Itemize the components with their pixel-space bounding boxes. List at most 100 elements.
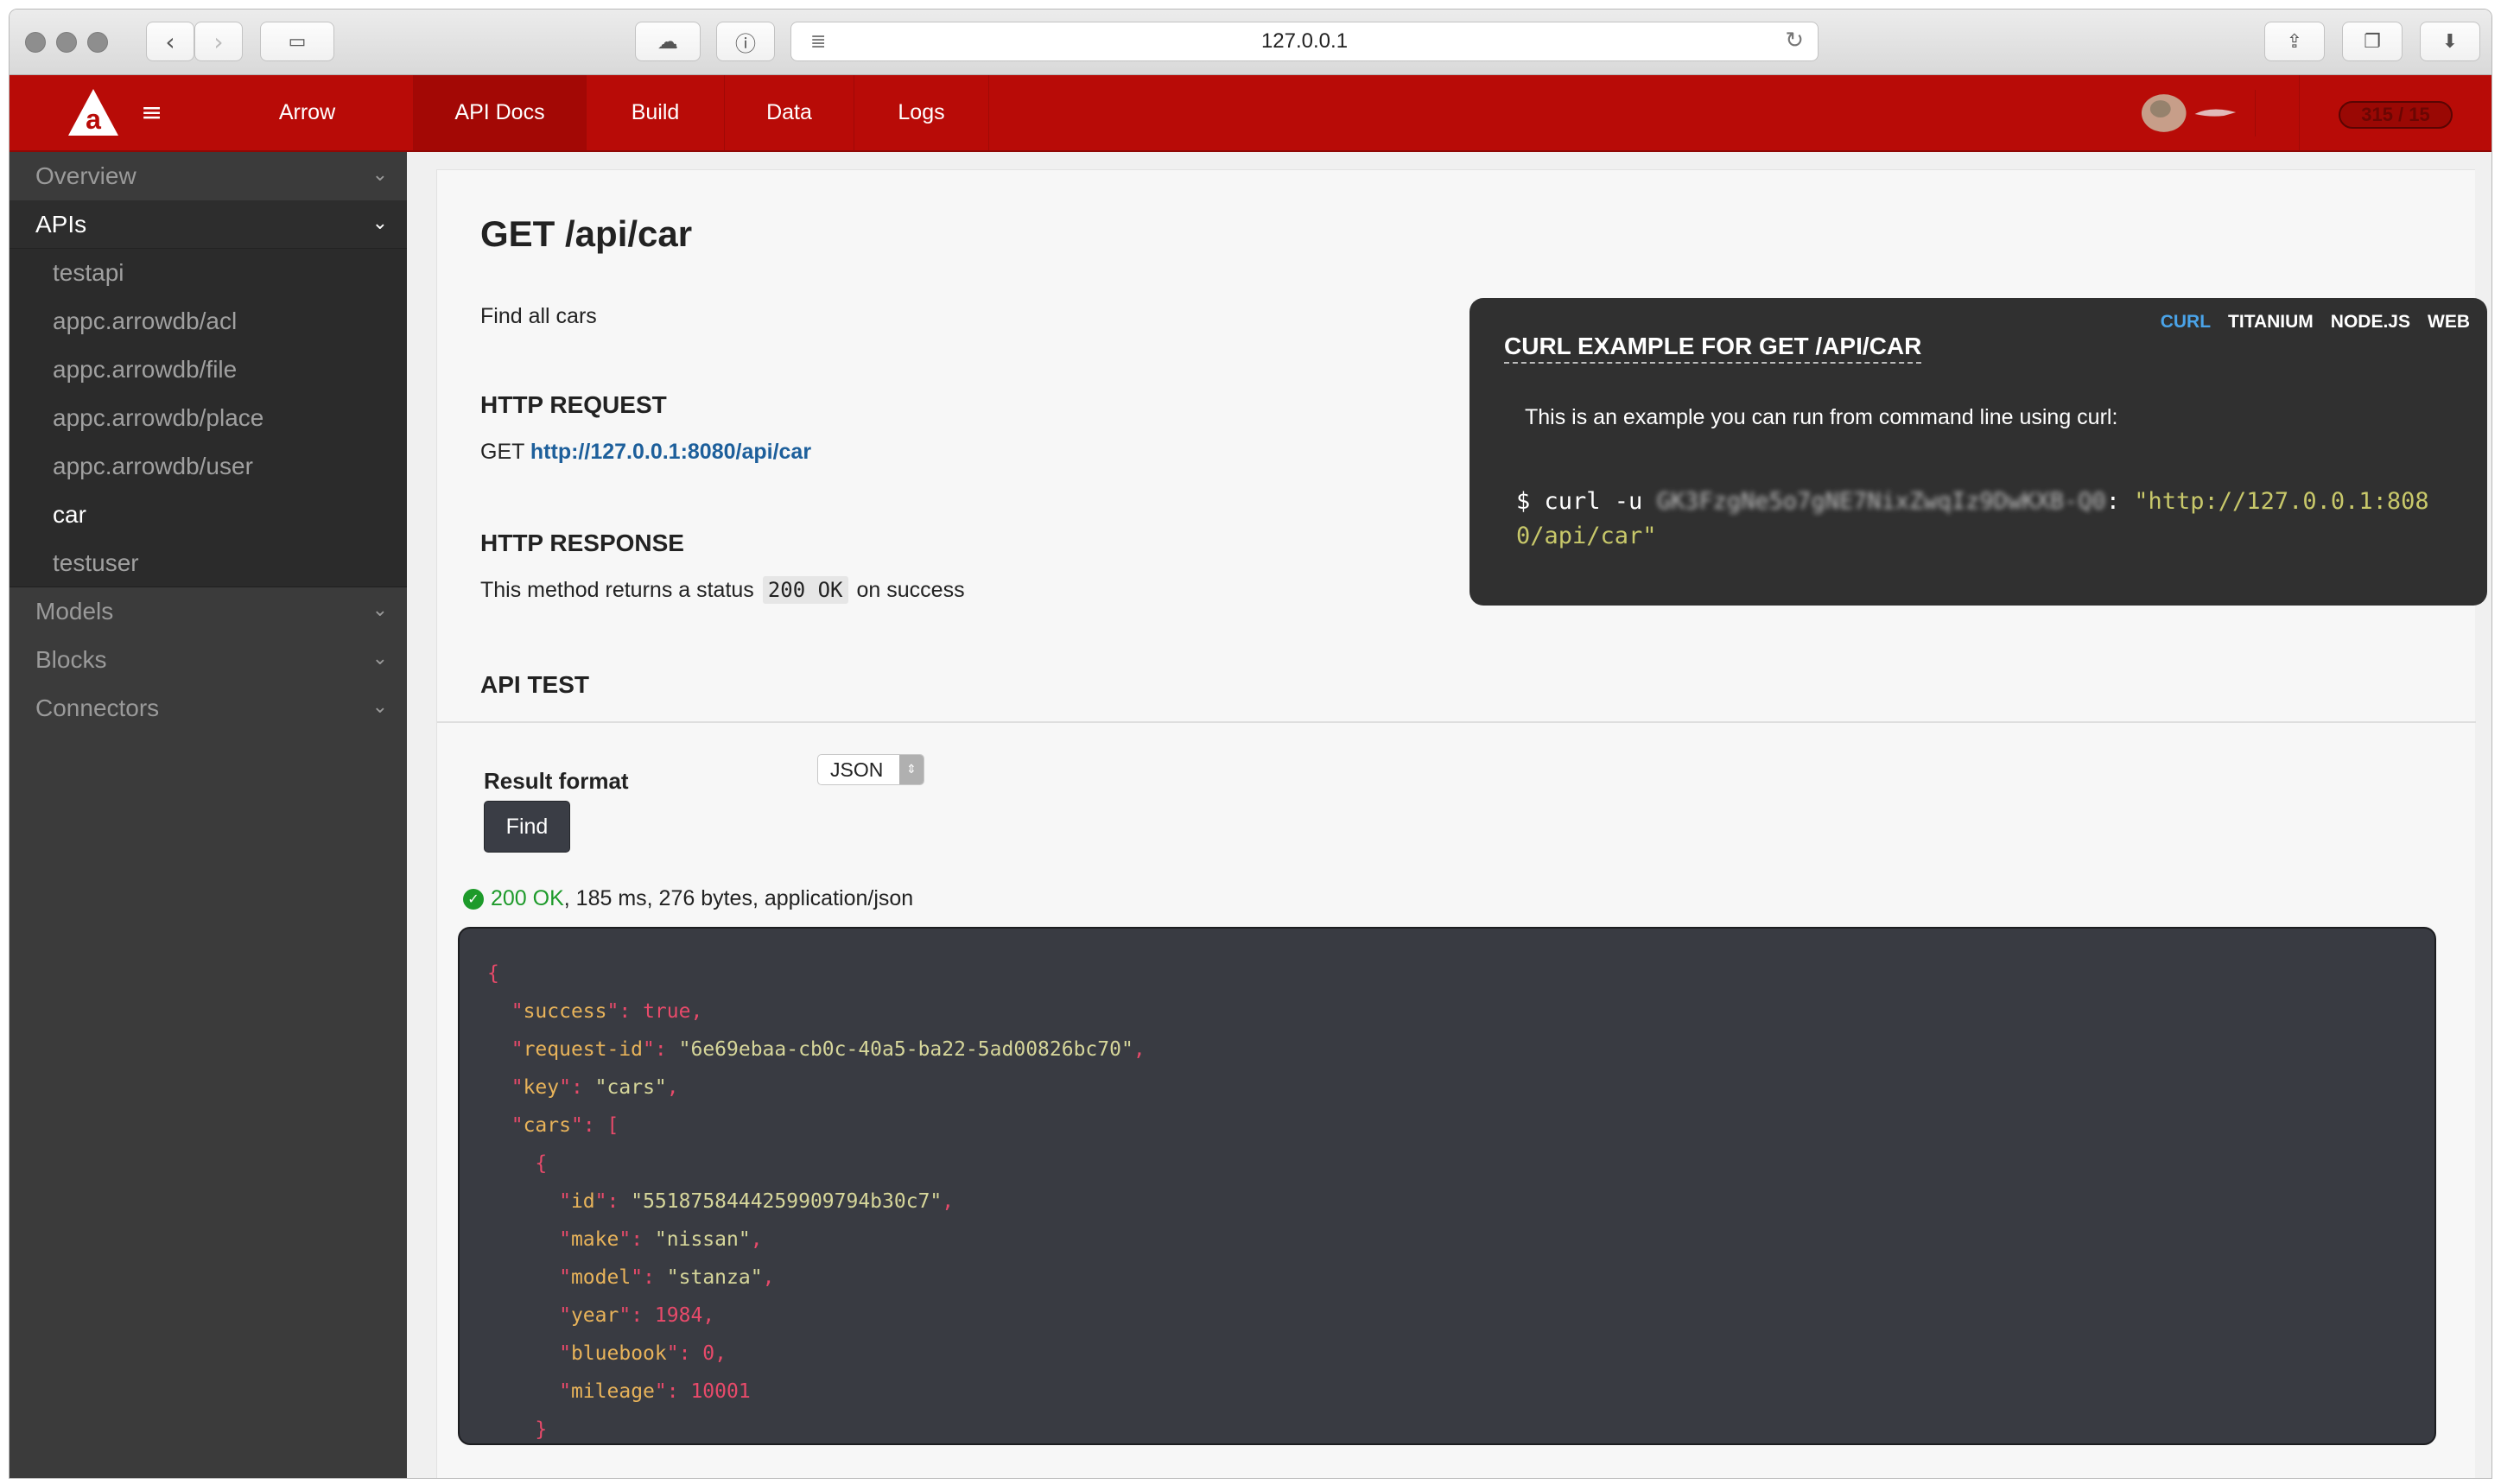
api-test-heading: API TEST xyxy=(480,671,590,698)
chevron-down-icon: ⌄ xyxy=(371,212,388,234)
json-mileage-value: 10001 xyxy=(690,1380,751,1403)
svg-text:a: a xyxy=(86,104,101,135)
curl-example-box: CURL TITANIUM NODE.JS WEB CURL EXAMPLE F… xyxy=(1469,298,2487,606)
sidebar-item-connectors[interactable]: Connectors ⌄ xyxy=(10,684,407,732)
url-text: 127.0.0.1 xyxy=(1260,29,1349,53)
main-content: GET /api/car Find all cars HTTP REQUEST … xyxy=(407,152,2491,1478)
address-bar[interactable]: ≣ 127.0.0.1 ↻ xyxy=(790,22,1819,61)
json-request-id-value: 6e69ebaa-cb0c-40a5-ba22-5ad00826bc70 xyxy=(690,1038,1121,1061)
json-year-value: 1984 xyxy=(654,1304,703,1327)
find-button[interactable]: Find xyxy=(484,801,570,853)
sidebar-item-models[interactable]: Models ⌄ xyxy=(10,587,407,636)
request-method: GET xyxy=(480,440,524,464)
curl-command-prefix: $ curl -u xyxy=(1516,488,1643,515)
sidebar-item-arrowdb-file[interactable]: appc.arrowdb/file xyxy=(10,346,407,394)
browser-toolbar: ‹ › ▭ ☁ ⓘ ≣ 127.0.0.1 ↻ ⇪ ❐ ⬇ xyxy=(10,10,2491,75)
chevron-right-icon: › xyxy=(213,27,224,56)
result-format-select[interactable]: JSON ⇕ xyxy=(817,754,924,785)
tab-data[interactable]: Data xyxy=(725,75,854,150)
json-response-viewer[interactable]: { "success": true, "request-id": "6e69eb… xyxy=(458,927,2436,1445)
tab-build[interactable]: Build xyxy=(587,75,725,150)
http-request-heading: HTTP REQUEST xyxy=(480,391,667,418)
sidebar-item-testapi[interactable]: testapi xyxy=(10,249,407,297)
tab-web[interactable]: WEB xyxy=(2428,312,2470,333)
back-button[interactable]: ‹ xyxy=(146,22,194,61)
sidebar-item-testuser[interactable]: testuser xyxy=(10,539,407,587)
example-language-tabs: CURL TITANIUM NODE.JS WEB xyxy=(2161,312,2470,333)
sidebar-item-arrowdb-place[interactable]: appc.arrowdb/place xyxy=(10,394,407,442)
usage-badge[interactable]: 315 / 15 xyxy=(2339,101,2453,129)
curl-example-description: This is an example you can run from comm… xyxy=(1525,405,2118,429)
sidebar-item-overview[interactable]: Overview ⌄ xyxy=(10,152,407,200)
json-model-value: stanza xyxy=(678,1266,751,1289)
sidebar-item-blocks[interactable]: Blocks ⌄ xyxy=(10,636,407,684)
api-list: testapi appc.arrowdb/acl appc.arrowdb/fi… xyxy=(10,249,407,587)
section-divider xyxy=(437,721,2476,723)
menu-icon[interactable]: ≡ xyxy=(141,98,162,128)
close-window-button[interactable] xyxy=(25,32,46,53)
result-format-label: Result format xyxy=(484,768,629,794)
http-response-heading: HTTP RESPONSE xyxy=(480,530,684,556)
sidebar-item-car[interactable]: car xyxy=(10,491,407,539)
status-details: , 185 ms, 276 bytes, application/json xyxy=(563,886,914,910)
sidebar-item-apis[interactable]: APIs ⌄ xyxy=(10,200,407,249)
password-button[interactable]: ⓘ xyxy=(716,22,775,61)
sidebar-item-label: Models xyxy=(35,598,114,625)
sidebar-item-label: Overview xyxy=(35,162,136,189)
sidebar-item-arrowdb-user[interactable]: appc.arrowdb/user xyxy=(10,442,407,491)
curl-command[interactable]: $ curl -u GK3FzgNe5o7gNE7NixZwqIz9DwKXB-… xyxy=(1516,485,2449,554)
check-circle-icon: ✓ xyxy=(463,888,484,910)
appcelerator-logo[interactable]: a xyxy=(67,87,120,137)
response-suffix: on success xyxy=(856,577,965,602)
share-icon: ⇪ xyxy=(2286,30,2303,53)
request-url-link[interactable]: http://127.0.0.1:8080/api/car xyxy=(530,440,811,464)
chevron-down-icon: ⌄ xyxy=(371,696,388,718)
sidebar-toggle-button[interactable]: ▭ xyxy=(260,22,334,61)
sidebar-item-label: APIs xyxy=(35,210,87,238)
curl-example-title: CURL EXAMPLE FOR GET /API/CAR xyxy=(1504,333,1922,364)
tab-arrow[interactable]: Arrow xyxy=(201,75,414,150)
cloud-icon: ☁ xyxy=(657,29,678,54)
response-status: ✓ 200 OK, 185 ms, 276 bytes, application… xyxy=(463,886,913,911)
chevron-left-icon: ‹ xyxy=(165,27,175,56)
response-prefix: This method returns a status xyxy=(480,577,754,602)
tab-nodejs[interactable]: NODE.JS xyxy=(2331,312,2410,333)
status-code: 200 OK xyxy=(491,886,564,910)
sidebar: Overview ⌄ APIs ⌄ testapi appc.arrowdb/a… xyxy=(10,152,407,1478)
tab-curl[interactable]: CURL xyxy=(2161,312,2211,333)
sidebar-item-label: Blocks xyxy=(35,646,107,673)
sidebar-icon: ▭ xyxy=(288,30,307,53)
endpoint-panel: GET /api/car Find all cars HTTP REQUEST … xyxy=(436,169,2487,1478)
tab-titanium[interactable]: TITANIUM xyxy=(2228,312,2314,333)
forward-button[interactable]: › xyxy=(194,22,243,61)
response-code: 200 OK xyxy=(762,576,848,604)
endpoint-description: Find all cars xyxy=(480,304,597,328)
share-button[interactable]: ⇪ xyxy=(2264,22,2325,61)
minimize-window-button[interactable] xyxy=(56,32,77,53)
tab-logs[interactable]: Logs xyxy=(854,75,989,150)
downloads-button[interactable]: ⬇ xyxy=(2420,22,2480,61)
json-key-value: cars xyxy=(606,1076,655,1099)
tabs-icon: ❐ xyxy=(2364,30,2381,53)
chevron-down-icon: ⌄ xyxy=(371,164,388,186)
reload-icon[interactable]: ↻ xyxy=(1785,28,1804,54)
page-title: GET /api/car xyxy=(480,213,693,254)
select-arrows-icon: ⇕ xyxy=(899,755,924,784)
tabs-overview-button[interactable]: ❐ xyxy=(2342,22,2403,61)
tab-api-docs[interactable]: API Docs xyxy=(414,75,587,150)
sidebar-item-arrowdb-acl[interactable]: appc.arrowdb/acl xyxy=(10,297,407,346)
app-header: a ≡ Arrow API Docs Build Data Logs 315 /… xyxy=(10,75,2491,152)
zoom-window-button[interactable] xyxy=(87,32,108,53)
chevron-down-icon: ⌄ xyxy=(371,648,388,669)
download-icon: ⬇ xyxy=(2441,30,2459,53)
http-response-line: This method returns a status 200 OK on s… xyxy=(480,576,965,604)
json-id-value: 5518758444259909794b30c7 xyxy=(643,1190,930,1213)
json-make-value: nissan xyxy=(666,1228,739,1251)
json-bluebook-value: 0 xyxy=(702,1342,715,1365)
reader-icon[interactable]: ≣ xyxy=(810,31,826,53)
browser-window: ‹ › ▭ ☁ ⓘ ≣ 127.0.0.1 ↻ ⇪ ❐ ⬇ a ≡ Arrow … xyxy=(9,9,2492,1479)
icloud-tabs-button[interactable]: ☁ xyxy=(635,22,701,61)
http-request-line: GET http://127.0.0.1:8080/api/car xyxy=(480,440,811,465)
user-avatar[interactable] xyxy=(2135,90,2256,136)
api-key-obscured: GK3FzgNe5o7gNE7NixZwqIz9DwKXB-Q0 xyxy=(1656,488,2106,515)
